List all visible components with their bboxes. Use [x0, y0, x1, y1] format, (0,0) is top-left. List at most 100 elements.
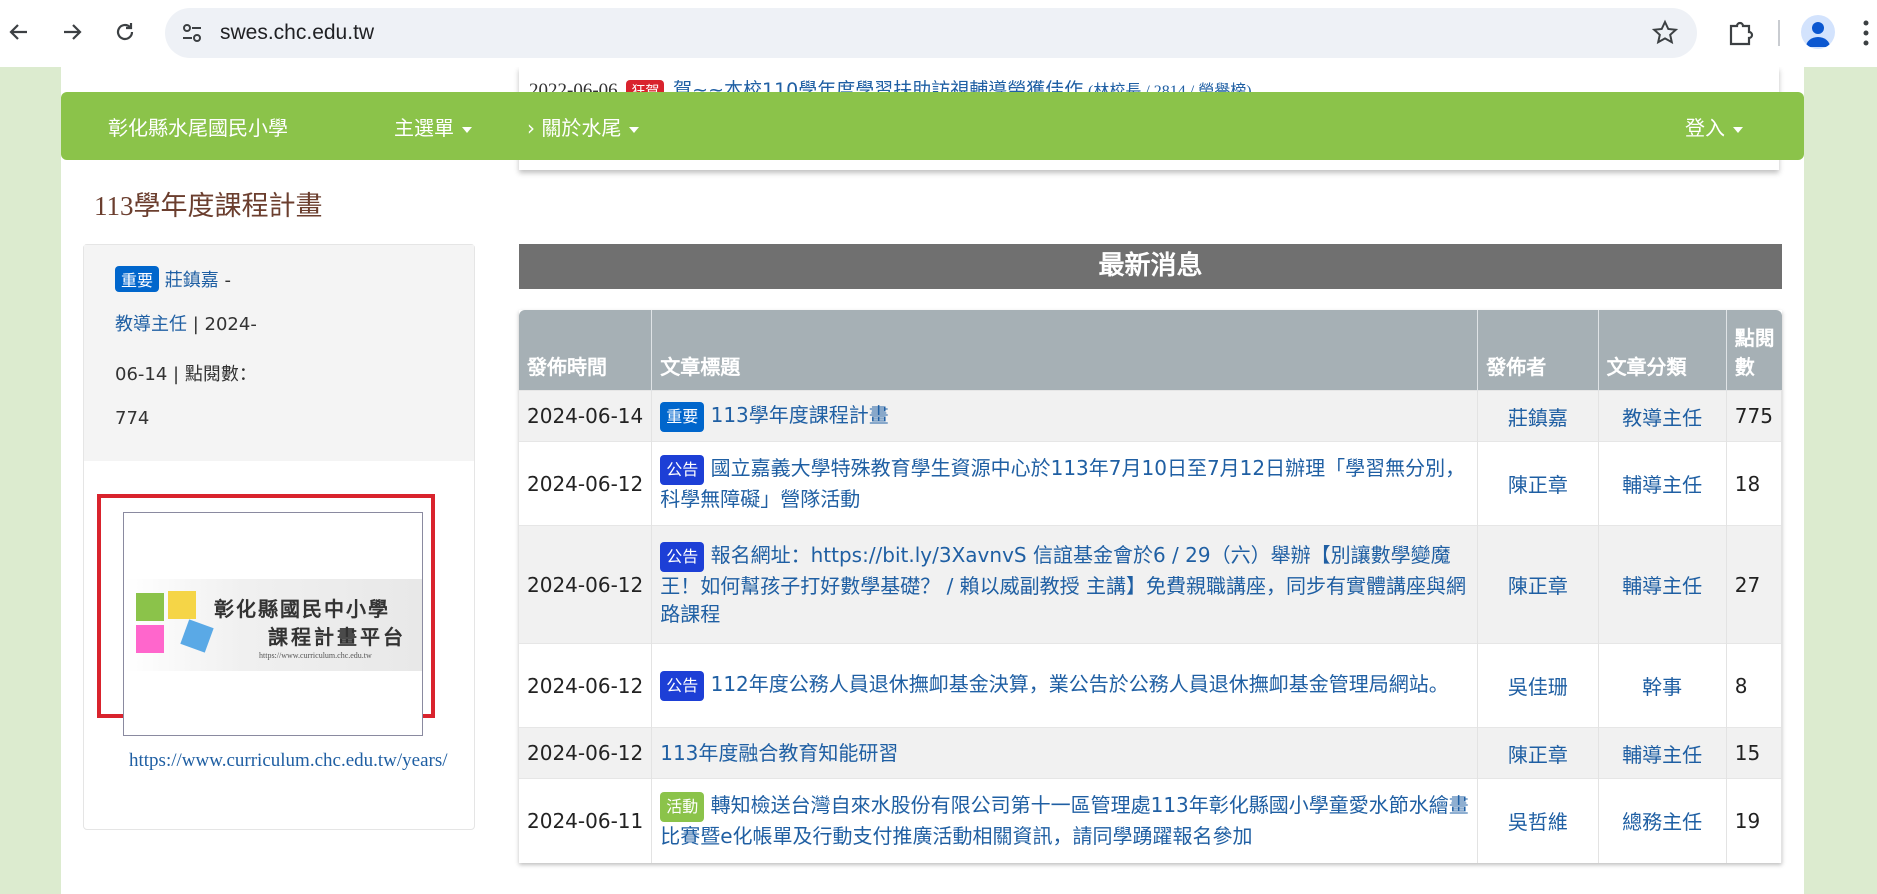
news-heading: 最新消息 [519, 244, 1782, 289]
main-menu-dropdown[interactable]: 主選單 [394, 112, 472, 141]
row-views: 18 [1726, 441, 1783, 526]
login-label: 登入 [1685, 116, 1725, 140]
curriculum-banner[interactable]: 彰化縣國民中小學 課程計畫平台 https://www.curriculum.c… [123, 512, 423, 736]
row-category[interactable]: 幹事 [1598, 643, 1727, 728]
post-info-line-2: 教導主任 | 2024- [115, 310, 257, 336]
row-title-cell: 重要 113學年度課程計畫 [651, 390, 1479, 442]
reload-icon [116, 23, 134, 41]
row-author[interactable]: 吳哲維 [1477, 778, 1599, 863]
row-title-cell: 公告 112年度公務人員退休撫卹基金決算，業公告於公務人員退休撫卹基金管理局網站… [651, 643, 1479, 728]
views-label: | 點閱數： [167, 364, 257, 385]
important-badge: 重要 [115, 266, 160, 292]
table-header-row: 發佈時間 文章標題 發佈者 文章分類 點閱數 [519, 310, 1782, 391]
banner-strip: 彰化縣國民中小學 課程計畫平台 https://www.curriculum.c… [124, 579, 422, 671]
col-category-header: 文章分類 [1598, 310, 1727, 391]
site-settings-icon[interactable] [179, 20, 205, 46]
forward-arrow-icon [64, 24, 82, 40]
brand-link[interactable]: 彰化縣水尾國民小學 [108, 112, 288, 141]
banner-line-2: 課程計畫平台 [268, 627, 406, 649]
curriculum-link[interactable]: https://www.curriculum.chc.edu.tw/years/ [129, 750, 448, 772]
row-date: 2024-06-12 [519, 727, 653, 779]
date-part-1: | 2024- [187, 314, 257, 335]
row-author[interactable]: 陳正章 [1477, 525, 1599, 644]
forward-button[interactable] [54, 14, 90, 50]
row-title-cell: 公告 報名網址：https://bit.ly/3XavnvS 信誼基金會於6 /… [651, 525, 1479, 644]
caret-down-icon [629, 126, 640, 133]
caret-down-icon [1733, 126, 1743, 133]
table-row: 2024-06-11 活動 轉知檢送台灣自來水股份有限公司第十一區管理處113年… [519, 778, 1783, 863]
address-bar[interactable]: swes.chc.edu.tw [165, 8, 1697, 58]
dash: - [218, 270, 231, 291]
row-author[interactable]: 莊鎮嘉 [1477, 390, 1599, 442]
row-author[interactable]: 吳佳珊 [1477, 643, 1599, 728]
reload-button[interactable] [107, 14, 143, 50]
row-category[interactable]: 總務主任 [1598, 778, 1727, 863]
url-text[interactable]: swes.chc.edu.tw [220, 21, 374, 45]
row-title-cell: 113年度融合教育知能研習 [651, 727, 1479, 779]
back-button[interactable] [1, 14, 37, 50]
banner-url: https://www.curriculum.chc.edu.tw [259, 651, 372, 660]
col-author-header: 發佈者 [1477, 310, 1599, 391]
row-date: 2024-06-11 [519, 778, 653, 863]
views-count: 774 [115, 408, 150, 429]
col-date-header: 發佈時間 [519, 310, 653, 391]
back-arrow-icon [9, 24, 27, 40]
row-category[interactable]: 教導主任 [1598, 390, 1727, 442]
row-title-link[interactable]: 轉知檢送台灣自來水股份有限公司第十一區管理處113年彰化縣國小學童愛水節水繪畫比… [660, 793, 1469, 848]
row-title-link[interactable]: 國立嘉義大學特殊教育學生資源中心於113年7月10日至7月12日辦理「學習無分別… [660, 456, 1465, 511]
table-row: 2024-06-12 113年度融合教育知能研習 陳正章 輔導主任 15 [519, 727, 1783, 779]
news-table: 發佈時間 文章標題 發佈者 文章分類 點閱數 2024-06-14 重要 113… [519, 310, 1783, 863]
row-badge: 活動 [660, 792, 705, 823]
row-views: 775 [1726, 390, 1783, 442]
row-title-link[interactable]: 112年度公務人員退休撫卹基金決算，業公告於公務人員退休撫卹基金管理局網站。 [711, 672, 1449, 696]
person-icon [1806, 22, 1830, 47]
row-views: 15 [1726, 727, 1783, 779]
row-badge: 公告 [660, 542, 705, 572]
post-info: 重要 莊鎮嘉 - 教導主任 | 2024- 06-14 | 點閱數： 774 [84, 245, 474, 461]
profile-avatar[interactable] [1801, 15, 1835, 49]
author-link[interactable]: 莊鎮嘉 [165, 270, 219, 291]
table-row: 2024-06-12 公告 112年度公務人員退休撫卹基金決算，業公告於公務人員… [519, 643, 1783, 728]
row-date: 2024-06-12 [519, 525, 653, 644]
toolbar-separator [1778, 20, 1780, 46]
row-date: 2024-06-14 [519, 390, 653, 442]
role-link[interactable]: 教導主任 [115, 314, 187, 335]
table-row: 2024-06-12 公告 報名網址：https://bit.ly/3Xavnv… [519, 525, 1783, 644]
curriculum-banner-frame: 彰化縣國民中小學 課程計畫平台 https://www.curriculum.c… [97, 494, 435, 736]
row-title-cell: 活動 轉知檢送台灣自來水股份有限公司第十一區管理處113年彰化縣國小學童愛水節水… [651, 778, 1479, 863]
row-date: 2024-06-12 [519, 441, 653, 526]
row-author[interactable]: 陳正章 [1477, 441, 1599, 526]
bookmark-star-icon[interactable] [1651, 19, 1679, 47]
row-category[interactable]: 輔導主任 [1598, 441, 1727, 526]
browser-menu-icon[interactable] [1862, 18, 1870, 48]
row-date: 2024-06-12 [519, 643, 653, 728]
extensions-icon[interactable] [1722, 14, 1758, 50]
page-title: 113學年度課程計畫 [94, 191, 323, 221]
about-label: › 關於水尾 [527, 116, 622, 140]
row-badge: 重要 [660, 401, 705, 432]
page-content: 2022-06-06 狂賀 賀~~本校110學年度學習扶助訪視輔導榮獲佳作 (林… [61, 67, 1804, 894]
main-navbar: 彰化縣水尾國民小學 主選單 › 關於水尾 登入 [61, 92, 1804, 160]
caret-down-icon [462, 126, 472, 133]
row-title-link[interactable]: 113年度融合教育知能研習 [660, 741, 898, 765]
row-category[interactable]: 輔導主任 [1598, 525, 1727, 644]
banner-line-1: 彰化縣國民中小學 [214, 599, 390, 621]
col-title-header: 文章標題 [651, 310, 1479, 391]
row-badge: 公告 [660, 455, 705, 485]
browser-toolbar: swes.chc.edu.tw [0, 0, 1877, 67]
puzzle-logo-icon [136, 591, 214, 653]
table-row: 2024-06-12 公告 國立嘉義大學特殊教育學生資源中心於113年7月10日… [519, 441, 1783, 526]
row-badge: 公告 [660, 671, 705, 701]
main-menu-label: 主選單 [394, 116, 454, 140]
about-dropdown[interactable]: › 關於水尾 [527, 112, 640, 141]
table-row: 2024-06-14 重要 113學年度課程計畫 莊鎮嘉 教導主任 775 [519, 390, 1783, 442]
row-title-link[interactable]: 113學年度課程計畫 [711, 403, 889, 427]
row-title-cell: 公告 國立嘉義大學特殊教育學生資源中心於113年7月10日至7月12日辦理「學習… [651, 441, 1479, 526]
row-author[interactable]: 陳正章 [1477, 727, 1599, 779]
login-dropdown[interactable]: 登入 [1685, 112, 1743, 141]
row-views: 27 [1726, 525, 1783, 644]
post-info-line-1: 重要 莊鎮嘉 - [115, 266, 231, 292]
date-part-2: 06-14 [115, 364, 168, 385]
row-category[interactable]: 輔導主任 [1598, 727, 1727, 779]
row-title-link[interactable]: 報名網址：https://bit.ly/3XavnvS 信誼基金會於6 / 29… [660, 543, 1466, 626]
